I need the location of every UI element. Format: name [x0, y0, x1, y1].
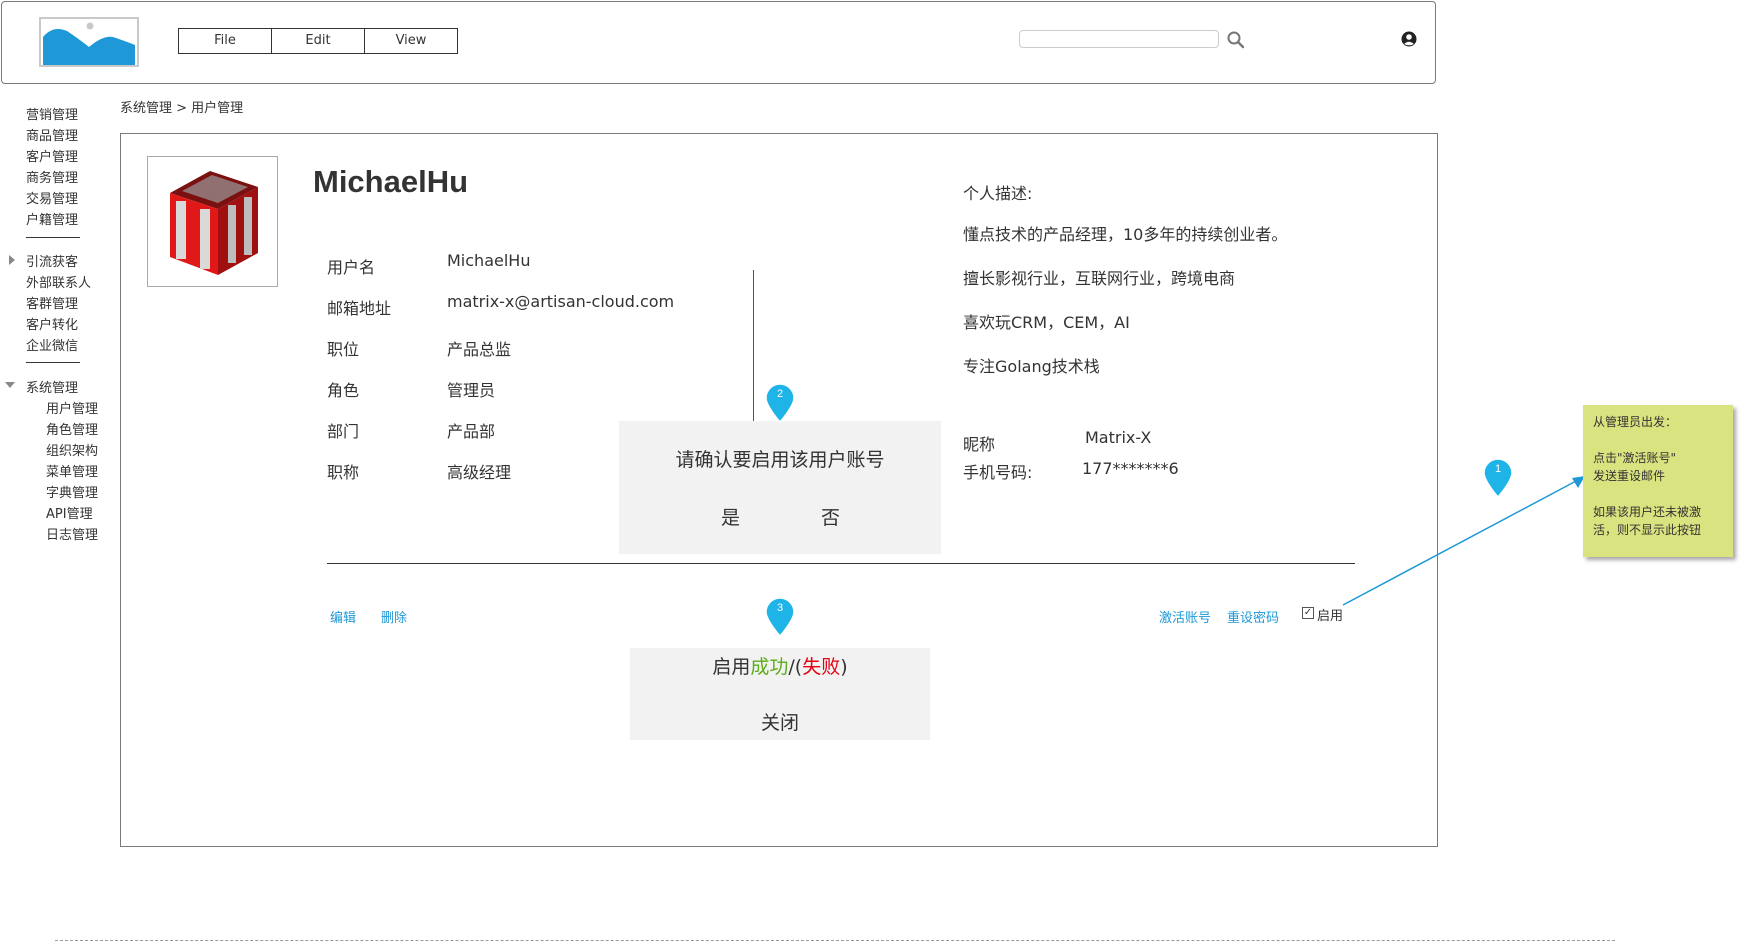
reset-password-link[interactable]: 重设密码 — [1227, 607, 1279, 626]
collapse-arrow-icon[interactable] — [5, 382, 15, 388]
field-label-title: 职称 — [327, 463, 360, 482]
field-label-department: 部门 — [327, 422, 360, 441]
field-label-position: 职位 — [327, 340, 360, 359]
marker-number: 2 — [776, 388, 784, 400]
note-line: 点击"激活账号" — [1593, 451, 1677, 465]
enable-checkbox[interactable]: ✓ — [1302, 607, 1314, 619]
sidebar-item-api[interactable]: API管理 — [46, 503, 93, 522]
result-prefix: 启用 — [712, 656, 751, 678]
note-line: 如果该用户还未被激 — [1593, 505, 1702, 519]
confirm-yes-button[interactable]: 是 — [721, 503, 740, 530]
map-pin-icon — [765, 383, 795, 424]
field-label-email: 邮箱地址 — [327, 299, 392, 318]
sidebar-item-products[interactable]: 商品管理 — [26, 125, 78, 144]
phone-value: 177*******6 — [1082, 459, 1179, 478]
sidebar-group-traffic[interactable]: 引流获客 — [26, 251, 78, 270]
sidebar-item-wecom[interactable]: 企业微信 — [26, 335, 78, 354]
connector-arrow — [1342, 476, 1585, 606]
description-title: 个人描述: — [963, 184, 1033, 203]
user-account-icon[interactable] — [1400, 30, 1418, 48]
sidebar-item-external-contacts[interactable]: 外部联系人 — [26, 272, 91, 291]
phone-label: 手机号码: — [963, 463, 1033, 482]
search-icon[interactable] — [1226, 30, 1246, 50]
sidebar-divider — [26, 362, 80, 363]
activate-account-link[interactable]: 激活账号 — [1159, 607, 1211, 626]
breadcrumb: 系统管理 > 用户管理 — [120, 101, 244, 116]
sticky-note: 从管理员出发： 点击"激活账号" 发送重设邮件 如果该用户还未被激 活，则不显示… — [1583, 405, 1733, 557]
sidebar-item-dictionary[interactable]: 字典管理 — [46, 482, 98, 501]
result-dialog: 启用成功/(失败) 关闭 — [630, 648, 930, 740]
search-input[interactable] — [1019, 30, 1219, 48]
avatar — [147, 156, 278, 287]
nickname-value: Matrix-X — [1085, 428, 1152, 447]
field-value-role: 管理员 — [447, 381, 496, 400]
expand-arrow-icon[interactable] — [9, 255, 15, 265]
sidebar-item-business[interactable]: 商务管理 — [26, 167, 78, 186]
description-line: 专注Golang技术栈 — [963, 357, 1100, 376]
note-line: 活，则不显示此按钮 — [1593, 523, 1702, 537]
result-failure-text: 失败 — [802, 656, 841, 678]
sidebar-item-org[interactable]: 组织架构 — [46, 440, 98, 459]
sidebar-item-customer-groups[interactable]: 客群管理 — [26, 293, 78, 312]
delete-link[interactable]: 删除 — [381, 607, 407, 626]
sidebar-divider — [26, 237, 80, 238]
marker-number: 3 — [776, 602, 784, 614]
result-success-text: 成功 — [750, 656, 789, 678]
description-line: 擅长影视行业，互联网行业，跨境电商 — [963, 269, 1236, 288]
dashed-separator — [55, 940, 1615, 941]
confirm-dialog: 请确认要启用该用户账号 是 否 — [619, 421, 941, 554]
sidebar-item-household[interactable]: 户籍管理 — [26, 209, 78, 228]
note-line: 发送重设邮件 — [1593, 469, 1666, 483]
horizontal-divider — [327, 563, 1355, 564]
sidebar-group-system[interactable]: 系统管理 — [26, 377, 78, 396]
edit-link[interactable]: 编辑 — [330, 607, 356, 626]
profile-name-title: MichaelHu — [313, 164, 469, 199]
sidebar-item-menus[interactable]: 菜单管理 — [46, 461, 98, 480]
note-line: 从管理员出发： — [1593, 415, 1678, 429]
field-label-username: 用户名 — [327, 258, 376, 277]
sidebar-item-roles[interactable]: 角色管理 — [46, 419, 98, 438]
description-line: 喜欢玩CRM，CEM，AI — [963, 313, 1130, 332]
annotation-marker-3: 3 — [762, 594, 798, 638]
result-suffix: ) — [840, 656, 848, 678]
field-label-role: 角色 — [327, 381, 360, 400]
confirm-message: 请确认要启用该用户账号 — [675, 449, 885, 471]
nickname-label: 昵称 — [963, 435, 996, 454]
sidebar-item-customers[interactable]: 客户管理 — [26, 146, 78, 165]
field-value-username: MichaelHu — [447, 251, 531, 270]
sidebar-item-users[interactable]: 用户管理 — [46, 398, 98, 417]
menu-view[interactable]: View — [365, 29, 457, 53]
confirm-no-button[interactable]: 否 — [821, 503, 840, 530]
result-middle: /( — [788, 656, 803, 678]
menu-file[interactable]: File — [179, 29, 272, 53]
field-value-email: matrix-x@artisan-cloud.com — [447, 292, 675, 311]
sidebar-item-customer-conversion[interactable]: 客户转化 — [26, 314, 78, 333]
sidebar-item-marketing[interactable]: 营销管理 — [26, 104, 78, 123]
logo-image-placeholder — [39, 17, 139, 67]
sidebar-item-transactions[interactable]: 交易管理 — [26, 188, 78, 207]
field-value-position: 产品总监 — [447, 340, 512, 359]
menu-bar: File Edit View — [178, 28, 458, 54]
result-message: 启用成功/(失败) — [630, 652, 930, 679]
annotation-marker-2: 2 — [762, 380, 798, 424]
menu-edit[interactable]: Edit — [272, 29, 365, 53]
map-pin-icon — [765, 597, 795, 638]
sidebar-item-logs[interactable]: 日志管理 — [46, 524, 98, 543]
field-value-department: 产品部 — [447, 422, 496, 441]
close-button[interactable]: 关闭 — [630, 708, 930, 735]
description-line: 懂点技术的产品经理，10多年的持续创业者。 — [963, 225, 1288, 244]
field-value-title: 高级经理 — [447, 463, 512, 482]
vertical-divider — [753, 270, 754, 430]
cube-logo-icon — [148, 157, 277, 286]
image-placeholder-icon — [41, 19, 137, 65]
